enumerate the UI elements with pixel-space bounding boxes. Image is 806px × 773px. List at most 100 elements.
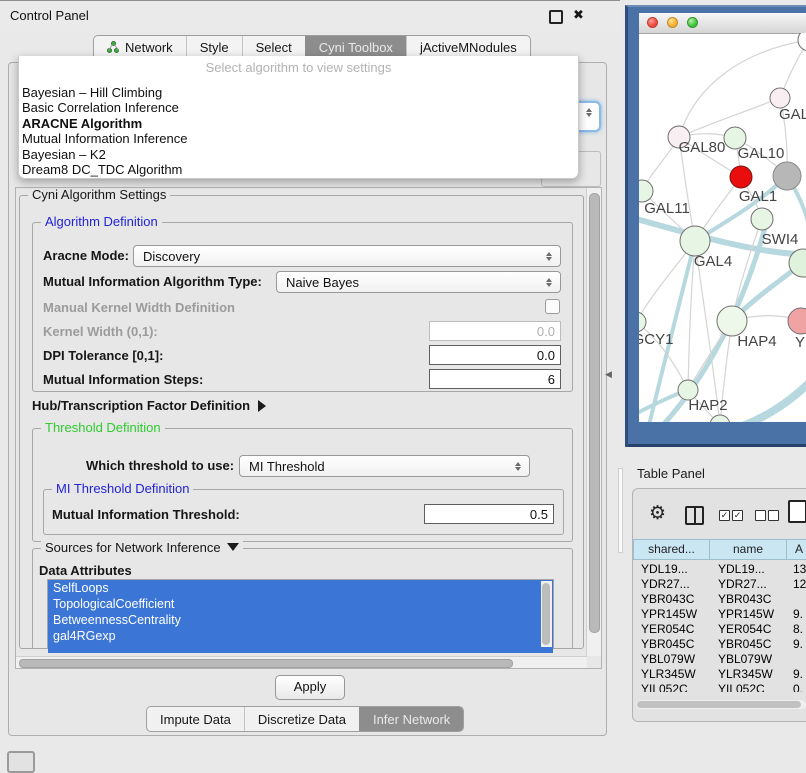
algorithm-option[interactable]: Dream8 DC_TDC Algorithm (22, 162, 187, 177)
combo-spinner-icon (541, 252, 557, 261)
table-row[interactable]: YDL19...YDL19...13 (633, 562, 806, 577)
close-panel-icon[interactable]: ✖ (573, 7, 584, 23)
horizontal-scrollbar[interactable] (16, 656, 587, 668)
node[interactable] (770, 88, 790, 108)
table-panel: ⚙ ✓ ✓ shared... name A YDL19...YDL19...1… (632, 488, 806, 722)
table-settings-gear-icon[interactable]: ⚙ (649, 502, 666, 525)
algorithm-option[interactable]: Basic Correlation Inference (22, 100, 187, 115)
collapsed-arrow-icon (258, 400, 266, 412)
select-all-check-icon[interactable]: ✓ (719, 510, 730, 521)
deselect-all-icon[interactable] (755, 510, 766, 521)
group-title: MI Threshold Definition (52, 482, 193, 496)
sources-title[interactable]: Sources for Network Inference (45, 540, 221, 555)
node[interactable] (798, 33, 806, 51)
table-row[interactable]: YBL079WYBL079W (633, 652, 806, 667)
algorithm-option-selected[interactable]: ARACNE Algorithm (22, 116, 187, 131)
node-gal4[interactable] (680, 226, 710, 256)
node-gal11[interactable] (639, 180, 653, 202)
algorithm-option[interactable]: Bayesian – K2 (22, 147, 187, 162)
panel-splitter[interactable] (618, 468, 623, 553)
node-swi4[interactable] (751, 208, 773, 230)
node-salmon[interactable] (788, 308, 806, 334)
export-table-icon[interactable] (788, 500, 806, 523)
mi-threshold-field[interactable]: 0.5 (424, 504, 554, 524)
control-panel-titlebar: Control Panel ✖ (0, 0, 620, 31)
node[interactable] (710, 415, 730, 422)
column-header-partial[interactable]: A (787, 539, 806, 560)
select-all-check-icon[interactable]: ✓ (732, 510, 743, 521)
threshold-definition-group: Threshold Definition Which threshold to … (32, 428, 573, 542)
table-row[interactable]: YBR045CYBR045C9. (633, 637, 806, 652)
node-gal1-selected[interactable] (730, 166, 752, 188)
group-title: Algorithm Definition (41, 215, 162, 229)
column-header-name[interactable]: name (710, 539, 787, 560)
zoom-traffic-light-icon[interactable] (687, 17, 698, 28)
table-header-row: shared... name A (633, 539, 806, 560)
table-row[interactable]: YER054CYER054C8. (633, 622, 806, 637)
table-row[interactable]: YDR27...YDR27...12 (633, 577, 806, 592)
minimize-traffic-light-icon[interactable] (667, 17, 678, 28)
network-window-titlebar[interactable] (639, 13, 806, 34)
table-scrollbar-thumb[interactable] (637, 701, 801, 708)
deselect-all-icon[interactable] (768, 510, 779, 521)
mi-threshold-label: Mutual Information Threshold: (52, 507, 240, 522)
horizontal-scrollbar-thumb[interactable] (19, 659, 513, 668)
splitter-collapse-arrow-icon[interactable]: ◀ (605, 369, 612, 380)
node-label: GAL4 (694, 253, 732, 270)
kernel-width-field: 0.0 (429, 321, 561, 341)
float-panel-icon[interactable] (549, 10, 563, 24)
tab-infer-network[interactable]: Infer Network (359, 707, 463, 731)
vertical-scrollbar[interactable] (586, 188, 601, 656)
mi-threshold-definition-group: MI Threshold Definition Mutual Informati… (43, 489, 564, 535)
list-item[interactable]: SelfLoops (48, 580, 553, 596)
mi-algorithm-type-label: Mutual Information Algorithm Type: (43, 274, 262, 289)
list-scrollbar-thumb[interactable] (542, 583, 550, 645)
node-label: SWI4 (762, 231, 799, 248)
table-row[interactable]: YLR345WYLR345W9. (633, 667, 806, 682)
cyni-bottom-tabbar: Impute Data Discretize Data Infer Networ… (146, 706, 464, 732)
table-horizontal-scrollbar[interactable] (636, 700, 806, 709)
algorithm-option[interactable]: Bayesian – Hill Climbing (22, 85, 187, 100)
manual-kernel-width-checkbox[interactable] (545, 299, 560, 314)
tab-discretize-data[interactable]: Discretize Data (244, 707, 359, 731)
table-row-partial[interactable]: YIL052CYIL052C0. (633, 682, 806, 692)
tab-impute-data[interactable]: Impute Data (147, 707, 244, 731)
bottom-left-button-stub[interactable] (7, 751, 35, 773)
list-scrollbar[interactable] (541, 581, 552, 647)
dpi-tolerance-field[interactable]: 0.0 (429, 345, 561, 365)
algorithm-option[interactable]: Mutual Information Inference (22, 131, 187, 146)
node-gray[interactable] (773, 162, 801, 190)
column-header-shared-name[interactable]: shared... (633, 539, 710, 560)
list-item[interactable]: BetweennessCentrality (48, 612, 553, 628)
combo-spinner-icon (581, 108, 597, 117)
table-panel-title: Table Panel (637, 466, 705, 481)
node-hap4[interactable] (717, 306, 747, 336)
column-layout-icon[interactable] (685, 506, 704, 525)
algorithm-definition-group: Algorithm Definition Aracne Mode: Discov… (32, 222, 573, 392)
table-row[interactable]: YPR145WYPR145W9. (633, 607, 806, 622)
apply-button[interactable]: Apply (275, 675, 345, 700)
close-traffic-light-icon[interactable] (647, 17, 658, 28)
mi-algorithm-type-combo[interactable]: Naive Bayes (276, 271, 561, 293)
node-label: GAL11 (644, 200, 690, 217)
network-canvas[interactable]: GAL GAL80 GAL10 GAL1 GAL11 SWI4 GAL4 GCY… (639, 33, 806, 422)
which-threshold-combo[interactable]: MI Threshold (239, 455, 530, 477)
aracne-mode-label: Aracne Mode: (43, 248, 129, 263)
combo-spinner-icon (541, 278, 557, 287)
control-panel-title: Control Panel (10, 8, 89, 23)
mi-steps-field[interactable]: 6 (429, 369, 561, 389)
settings-scrollpane: Cyni Algorithm Settings Algorithm Defini… (15, 187, 602, 669)
node-label: HAP2 (688, 397, 727, 414)
aracne-mode-combo[interactable]: Discovery (133, 245, 561, 267)
network-view-window: GAL GAL80 GAL10 GAL1 GAL11 SWI4 GAL4 GCY… (639, 13, 806, 422)
list-item[interactable]: gal4RGexp (48, 628, 553, 644)
algorithm-dropdown-popup: Select algorithm to view settings Bayesi… (18, 56, 579, 179)
data-attributes-label: Data Attributes (39, 563, 132, 578)
vertical-scrollbar-thumb[interactable] (589, 193, 600, 633)
node-label: GAL10 (738, 145, 785, 162)
data-attributes-list[interactable]: SelfLoops TopologicalCoefficient Between… (47, 579, 554, 648)
table-row[interactable]: YBR043CYBR043C (633, 592, 806, 607)
dpi-tolerance-label: DPI Tolerance [0,1]: (43, 348, 163, 363)
list-item[interactable]: TopologicalCoefficient (48, 596, 553, 612)
hub-definition-toggle[interactable]: Hub/Transcription Factor Definition (32, 398, 266, 413)
